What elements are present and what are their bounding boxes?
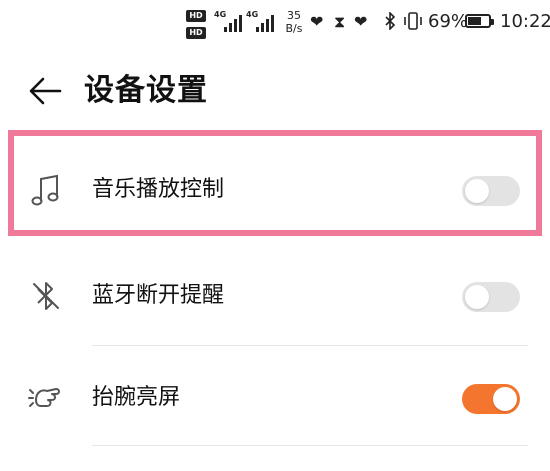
back-arrow-icon[interactable] [28, 76, 62, 106]
toggle-knob [493, 387, 517, 411]
settings-item-bluetooth-reminder[interactable]: 蓝牙断开提醒 [0, 246, 550, 346]
network-speed-value: 35 [287, 9, 301, 22]
vibrate-icon [404, 12, 422, 30]
signal-icon: 4G [214, 10, 244, 32]
bluetooth-reminder-toggle[interactable] [462, 282, 520, 312]
settings-item-label: 抬腕亮屏 [92, 385, 181, 410]
status-bar: HD HD 4G 4G 35 B/s ❤ ⧗ ❤ 69% 10:22 [0, 0, 550, 46]
signal-icon: 4G [246, 10, 276, 32]
network-speed-unit: B/s [285, 22, 303, 35]
header: 设备设置 [0, 62, 550, 122]
clock-time: 10:22 [500, 11, 550, 32]
battery-icon [465, 14, 494, 28]
bluetooth-off-icon [33, 282, 59, 310]
settings-item-label: 蓝牙断开提醒 [92, 283, 225, 308]
settings-item-label: 音乐播放控制 [92, 177, 225, 202]
hd-icon: HD [186, 27, 206, 39]
network-speed: 35 B/s [282, 9, 306, 35]
heart-rate-icon: ❤ [310, 12, 324, 31]
hourglass-icon: ⧗ [334, 12, 346, 31]
battery-fill [468, 17, 482, 25]
bluetooth-icon [385, 12, 396, 30]
divider [92, 445, 528, 446]
page-title: 设备设置 [84, 73, 208, 108]
toggle-knob [465, 179, 489, 203]
heart-rate-icon: ❤ [354, 12, 368, 31]
hd-icon: HD [186, 10, 206, 22]
music-note-icon [31, 174, 59, 206]
music-control-toggle[interactable] [462, 176, 520, 206]
raise-wrist-icon [28, 388, 60, 407]
toggle-knob [465, 285, 489, 309]
network-type-label: 4G [246, 10, 259, 19]
raise-wrist-toggle[interactable] [462, 384, 520, 414]
battery-percent: 69% [428, 11, 469, 32]
settings-item-music-control[interactable]: 音乐播放控制 [0, 140, 550, 240]
network-type-label: 4G [214, 10, 227, 19]
settings-item-raise-wrist[interactable]: 抬腕亮屏 [0, 346, 550, 446]
